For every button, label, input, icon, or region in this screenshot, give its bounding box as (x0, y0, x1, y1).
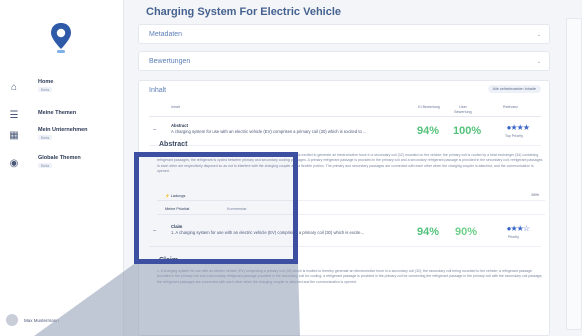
abstract-heading: Abstract (159, 141, 188, 148)
sidebar-item-globale-themen[interactable]: ◉ Globale Themen Beta (0, 154, 124, 180)
chevron-down-icon: ⌄ (536, 59, 541, 65)
header-inhalt: Inhalt (171, 105, 180, 109)
avatar (6, 314, 18, 326)
relevance-stars-icon[interactable]: ●★★☆ (507, 224, 530, 233)
page-title: Charging System For Electric Vehicle (146, 6, 342, 18)
priority-label: Top Priority (505, 134, 523, 138)
ki-score: 94% (417, 226, 440, 238)
side-panel-edge (566, 18, 582, 330)
user-score: 100% (453, 125, 482, 137)
beta-badge: Beta (38, 135, 53, 140)
building-icon: ▦ (9, 130, 19, 141)
inhalt-title: Inhalt (149, 87, 167, 94)
user-name: Max Mustermann (24, 318, 59, 323)
beta-badge: Beta (38, 87, 53, 92)
sidebar-item-home[interactable]: ⌂ Home Beta (0, 78, 124, 104)
sidebar-item-label: Home (38, 79, 54, 85)
sidebar-item-label: Mein Unternehmen (38, 127, 88, 133)
filter-dropdown[interactable]: Alle zeitrelevanten Inhalte (487, 85, 541, 93)
collapse-icon[interactable]: – (153, 127, 156, 133)
app-logo-icon (51, 23, 71, 53)
table-row[interactable]: – Abstract A charging system for use wit… (149, 118, 541, 146)
bewertungen-title: Bewertungen (149, 58, 191, 65)
bewertungen-panel[interactable]: Bewertungen ⌄ (138, 51, 550, 71)
header-ki: KI Bewertung (418, 105, 440, 109)
user-score: 90% (455, 226, 478, 238)
header-relevanz: Relevanz (503, 105, 518, 109)
table-header: Inhalt KI Bewertung User Bewertung Relev… (149, 101, 541, 117)
user-profile[interactable]: Max Mustermann (0, 310, 124, 330)
ki-score: 94% (417, 125, 440, 137)
metadaten-title: Metadaten (149, 31, 183, 38)
header-user: User Bewertung (454, 105, 472, 114)
sidebar-item-label: Globale Themen (38, 155, 81, 161)
relevance-stars-icon[interactable]: ●★★★ (507, 123, 530, 132)
metadaten-panel[interactable]: Metadaten ⌄ (138, 24, 550, 44)
row-text: A charging system for use with an electr… (171, 129, 367, 134)
sidebar-item-label: Meine Themen (38, 110, 77, 116)
sidebar: ⌂ Home Beta ☰ Meine Themen ▦ Mein Untern… (0, 0, 124, 336)
detail-value: 94% (531, 193, 539, 197)
list-icon: ☰ (9, 110, 19, 121)
priority-label: Priority (507, 235, 519, 239)
chevron-down-icon: ⌄ (536, 32, 541, 38)
home-icon: ⌂ (10, 82, 18, 93)
row-title: Abstract (171, 123, 188, 128)
zoom-highlight-box (134, 152, 298, 264)
beta-badge: Beta (38, 163, 53, 168)
sidebar-item-mein-unternehmen[interactable]: ▦ Mein Unternehmen Beta (0, 126, 124, 152)
globe-icon: ◉ (9, 158, 19, 169)
claim-text: 1. A charging system for use with an ele… (157, 269, 543, 284)
